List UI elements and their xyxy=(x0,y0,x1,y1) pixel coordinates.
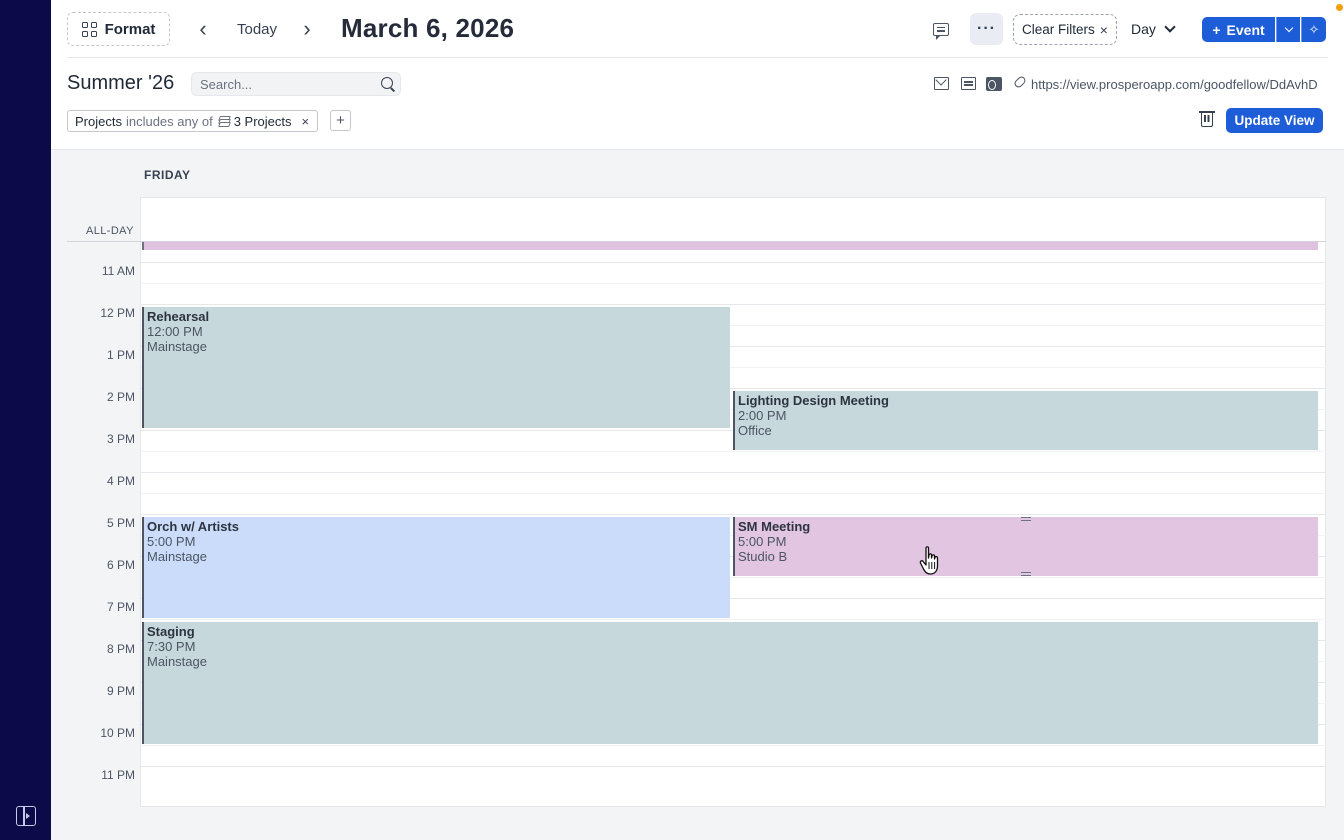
event-time: 2:00 PM xyxy=(738,408,787,423)
event-time: 5:00 PM xyxy=(147,534,196,549)
event-time: 5:00 PM xyxy=(738,534,787,549)
filter-chip-projects[interactable]: Projects includes any of 3 Projects × xyxy=(67,110,319,132)
chevron-down-icon xyxy=(1164,21,1176,33)
event-orch-w-artists[interactable]: Orch w/ Artists 5:00 PM Mainstage xyxy=(142,517,730,618)
sidebar-rail xyxy=(0,0,51,840)
hour-label: 7 PM xyxy=(106,600,135,614)
comments-button[interactable] xyxy=(929,17,953,41)
event-staging[interactable]: Staging 7:30 PM Mainstage xyxy=(142,622,1318,744)
hour-label: 3 PM xyxy=(106,432,135,446)
hand-cursor-icon xyxy=(919,546,939,575)
event-title: Lighting Design Meeting xyxy=(738,393,889,408)
hour-label: 2 PM xyxy=(106,390,135,404)
clear-filters-button[interactable]: Clear Filters × xyxy=(1013,14,1117,45)
hour-label: 1 PM xyxy=(106,348,135,362)
event-title: Staging xyxy=(147,624,195,639)
event-location: Office xyxy=(738,423,772,438)
calendar-export-icon[interactable] xyxy=(961,77,976,90)
search-input[interactable] xyxy=(191,72,401,96)
today-button[interactable]: Today xyxy=(229,17,285,41)
search-icon[interactable] xyxy=(381,77,393,89)
event-location: Mainstage xyxy=(147,549,207,564)
chevron-down-icon xyxy=(1284,23,1293,32)
notification-dot xyxy=(1336,4,1343,11)
event-time: 7:30 PM xyxy=(147,639,196,654)
hour-label: 11 AM xyxy=(101,264,135,278)
half-hour-line xyxy=(141,745,1326,746)
next-day-icon[interactable]: › xyxy=(296,16,318,41)
event-location: Studio B xyxy=(738,549,788,564)
add-event-dropdown[interactable] xyxy=(1276,17,1300,42)
outlook-icon[interactable] xyxy=(986,77,1002,91)
link-icon[interactable] xyxy=(1012,74,1028,90)
calendar-app: Format ‹ Today › March 6, 2026 ··· Clear… xyxy=(51,0,1344,840)
event-rehearsal[interactable]: Rehearsal 12:00 PM Mainstage xyxy=(142,307,730,428)
view-mode-select[interactable]: Day xyxy=(1131,17,1181,41)
add-event-button[interactable]: + Event xyxy=(1202,17,1275,42)
update-view-button[interactable]: Update View xyxy=(1226,108,1323,133)
share-url[interactable]: https://view.prosperoapp.com/goodfellow/… xyxy=(1031,77,1318,92)
all-day-label: ALL-DAY xyxy=(86,225,134,237)
header: Format ‹ Today › March 6, 2026 ··· Clear… xyxy=(51,0,1344,150)
hour-label: 4 PM xyxy=(106,474,135,488)
hour-label: 10 PM xyxy=(100,726,135,740)
hour-line xyxy=(141,514,1326,515)
event-lighting-design-meeting[interactable]: Lighting Design Meeting 2:00 PM Office xyxy=(733,391,1318,450)
event-location: Mainstage xyxy=(147,654,207,669)
trash-icon[interactable] xyxy=(1199,111,1215,127)
close-icon[interactable]: × xyxy=(302,114,310,129)
half-hour-line xyxy=(141,451,1326,452)
add-filter-button[interactable]: + xyxy=(330,110,351,131)
half-hour-line xyxy=(141,619,1326,620)
hour-label: 9 PM xyxy=(106,684,135,698)
clear-filters-label: Clear Filters xyxy=(1022,22,1095,37)
add-event-label: Event xyxy=(1226,21,1265,38)
hour-line xyxy=(141,766,1326,767)
half-hour-line xyxy=(141,283,1326,284)
all-day-event[interactable] xyxy=(142,242,1318,250)
layers-icon xyxy=(217,115,231,127)
resize-handle-top[interactable] xyxy=(1021,517,1031,521)
day-of-week-label: FRIDAY xyxy=(144,168,191,182)
hour-label: 11 PM xyxy=(101,768,135,782)
hour-line xyxy=(141,304,1326,305)
filter-field: Projects xyxy=(75,113,122,129)
grid-icon xyxy=(81,21,97,37)
event-time: 12:00 PM xyxy=(147,324,203,339)
filter-operator: includes any of xyxy=(125,113,213,129)
hour-label: 5 PM xyxy=(106,516,135,530)
format-button[interactable]: Format xyxy=(67,12,170,46)
comment-icon xyxy=(933,22,949,40)
sidebar-toggle-icon[interactable] xyxy=(16,806,36,826)
close-icon: × xyxy=(1099,21,1108,38)
date-title: March 6, 2026 xyxy=(341,13,515,43)
event-sm-meeting[interactable]: SM Meeting 5:00 PM Studio B xyxy=(733,517,1318,576)
ai-sparkle-icon[interactable]: ✧ xyxy=(1301,17,1326,42)
resize-handle-bottom[interactable] xyxy=(1021,572,1031,576)
hour-line xyxy=(141,472,1326,473)
more-options-icon[interactable]: ··· xyxy=(970,13,1003,45)
email-icon[interactable] xyxy=(934,77,949,90)
format-label: Format xyxy=(104,20,156,38)
header-divider xyxy=(67,57,1328,58)
event-title: Orch w/ Artists xyxy=(147,519,239,534)
hour-line xyxy=(141,262,1326,263)
half-hour-line xyxy=(141,493,1326,494)
event-title: Rehearsal xyxy=(147,309,210,324)
hour-label: 12 PM xyxy=(100,306,135,320)
hour-label: 6 PM xyxy=(106,558,135,572)
view-mode-value: Day xyxy=(1131,21,1156,37)
hour-label: 8 PM xyxy=(106,642,135,656)
view-title: Summer '26 xyxy=(67,72,175,94)
event-title: SM Meeting xyxy=(738,519,811,534)
event-location: Mainstage xyxy=(147,339,207,354)
filter-value: 3 Projects xyxy=(233,113,292,129)
plus-icon: + xyxy=(1212,21,1221,38)
prev-day-icon[interactable]: ‹ xyxy=(192,16,214,41)
